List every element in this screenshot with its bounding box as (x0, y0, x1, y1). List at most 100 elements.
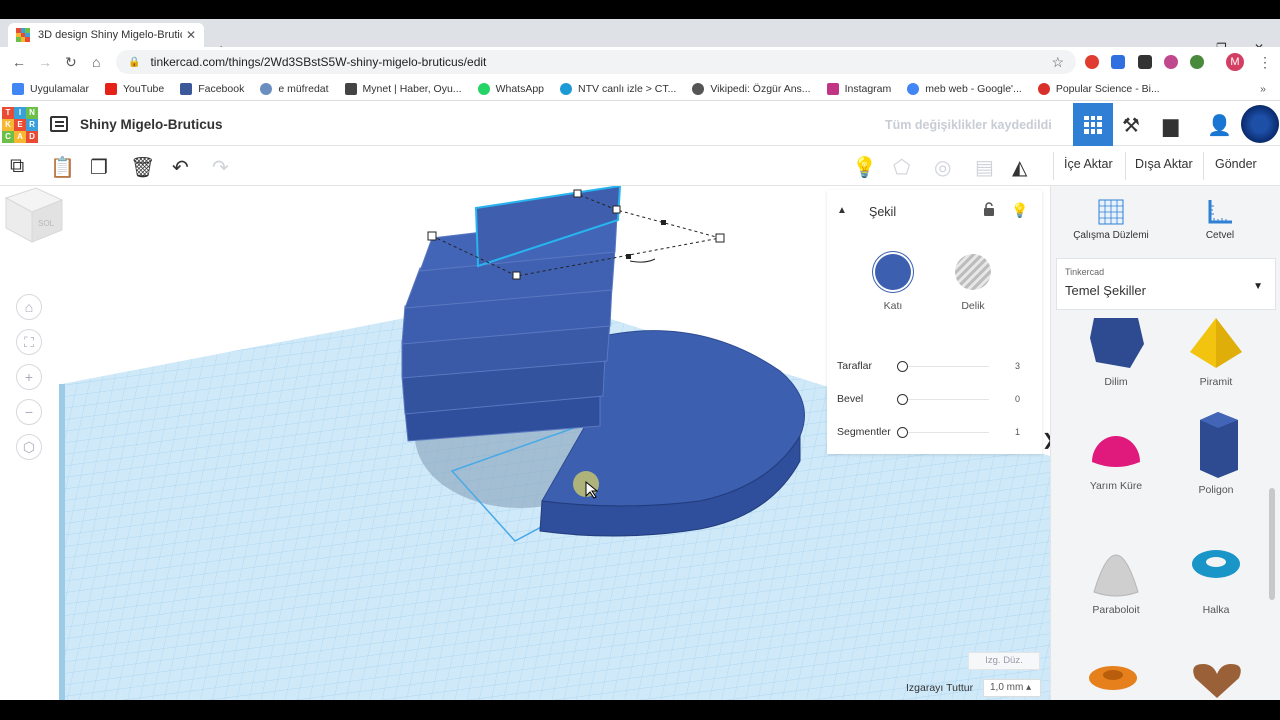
bevel-value[interactable]: 0 (1015, 394, 1020, 404)
sides-slider-knob[interactable] (897, 361, 908, 372)
shape-item-poligon[interactable]: Poligon (1166, 412, 1266, 496)
library-name: Temel Şekiller (1065, 283, 1146, 298)
copy-icon[interactable]: ⧉ (10, 155, 24, 178)
shape-library-panel: Çalışma Düzlemi Cetvel Tinkercad Temel Ş… (1050, 186, 1280, 700)
bookmark-item[interactable]: Vikipedi: Özgür Ans... (692, 82, 811, 95)
add-user-icon[interactable]: 👤 (1207, 113, 1232, 138)
back-icon[interactable]: ← (12, 54, 26, 70)
hole-swatch[interactable] (955, 254, 991, 290)
resize-handle[interactable] (427, 231, 437, 241)
snap-grid-label: Izgarayı Tuttur (906, 682, 974, 694)
bookmark-item[interactable]: e müfredat (260, 82, 329, 95)
tube-icon[interactable] (1083, 660, 1143, 700)
light-bulb-icon[interactable]: 💡 (852, 155, 877, 180)
paste-icon[interactable]: 📋 (50, 155, 75, 180)
snap-grid-select[interactable]: 1,0 mm ▴ (983, 679, 1041, 697)
extension-dark-icon[interactable] (1138, 55, 1152, 69)
shape-item-yarim-kure[interactable]: Yarım Küre (1066, 418, 1166, 492)
resize-handle[interactable] (512, 271, 521, 280)
bricks-icon[interactable]: ▆ (1163, 113, 1178, 138)
group-icon[interactable]: ⬠ (893, 155, 910, 180)
mirror-icon[interactable]: ◭ (1012, 155, 1027, 180)
view-cube[interactable]: SOL (0, 186, 64, 244)
bookmark-item[interactable]: Uygulamalar (12, 82, 89, 95)
project-title[interactable]: Shiny Migelo-Bruticus (80, 117, 223, 132)
segments-slider-track[interactable] (907, 432, 989, 433)
design-list-icon[interactable] (50, 116, 68, 132)
blocks-pickaxe-icon[interactable]: ⚒ (1122, 113, 1140, 138)
bookmark-item[interactable]: Mynet | Haber, Oyu... (344, 82, 462, 95)
resize-handle[interactable] (715, 233, 725, 243)
resize-handle[interactable] (573, 189, 582, 198)
workplane-tool[interactable]: Çalışma Düzlemi (1056, 198, 1166, 241)
delete-icon[interactable]: 🗑 (130, 155, 155, 180)
library-dropdown[interactable]: Tinkercad Temel Şekiller ▼ (1056, 258, 1276, 310)
perspective-icon[interactable]: ⬡ (16, 434, 42, 460)
bookmark-item[interactable]: WhatsApp (477, 82, 544, 95)
align-icon[interactable]: ▤ (975, 155, 994, 180)
polygon-prism-icon (1200, 412, 1238, 478)
light-bulb-icon[interactable]: 💡 (1011, 202, 1028, 219)
zoom-in-icon[interactable]: + (16, 364, 42, 390)
wikipedia-icon (692, 82, 705, 95)
solid-swatch[interactable] (875, 254, 911, 290)
resize-handle[interactable] (661, 220, 666, 225)
bookmarks-overflow-icon[interactable]: » (1260, 83, 1266, 95)
extension-download-icon[interactable] (1164, 55, 1178, 69)
forward-icon[interactable]: → (38, 54, 52, 70)
tinkercad-logo[interactable]: T I N K E R C A D (2, 107, 38, 143)
bookmark-item[interactable]: YouTube (104, 82, 164, 95)
google-icon (907, 82, 920, 95)
whatsapp-icon (477, 82, 490, 95)
shape-item-dilim[interactable]: Dilim (1066, 318, 1166, 388)
bookmark-item[interactable]: Instagram (826, 82, 891, 95)
extension-green-icon[interactable] (1190, 55, 1204, 69)
heart-icon[interactable] (1187, 660, 1247, 700)
import-button[interactable]: İçe Aktar (1064, 157, 1113, 171)
home-view-icon[interactable]: ⌂ (16, 294, 42, 320)
rotate-handle[interactable] (629, 258, 656, 263)
extension-opera-icon[interactable] (1085, 55, 1099, 69)
bookmark-item[interactable]: meb web - Google'... (907, 82, 1022, 95)
sides-value[interactable]: 3 (1015, 361, 1020, 371)
bevel-slider-knob[interactable] (897, 394, 908, 405)
close-tab-icon[interactable]: ✕ (186, 28, 196, 42)
lock-icon[interactable] (983, 202, 995, 216)
shape-item-piramit[interactable]: Piramit (1166, 318, 1266, 388)
ungroup-icon[interactable]: ◎ (934, 155, 951, 180)
shape-item-halka[interactable]: Halka (1166, 542, 1266, 616)
redo-icon[interactable]: ↷ (212, 155, 229, 180)
fit-view-icon[interactable]: ⛶ (16, 329, 42, 355)
duplicate-icon[interactable]: ❐ (90, 155, 108, 180)
browser-menu-icon[interactable]: ⋮ (1258, 54, 1272, 71)
edit-grid-button[interactable]: Izg. Düz. (968, 652, 1040, 670)
user-avatar[interactable] (1241, 105, 1279, 143)
resize-handle[interactable] (612, 205, 621, 214)
home-icon[interactable]: ⌂ (92, 54, 100, 70)
segments-slider-knob[interactable] (897, 427, 908, 438)
bookmark-item[interactable]: NTV canlı izle > CT... (560, 82, 676, 95)
segments-value[interactable]: 1 (1015, 427, 1020, 437)
collapse-icon[interactable]: ▲ (837, 205, 847, 216)
reload-icon[interactable]: ↻ (65, 54, 77, 71)
browser-tab[interactable]: 3D design Shiny Migelo-Bruticus ✕ (8, 23, 204, 47)
library-scrollbar[interactable] (1269, 488, 1275, 600)
zoom-out-icon[interactable]: − (16, 399, 42, 425)
send-button[interactable]: Gönder (1215, 157, 1257, 171)
export-button[interactable]: Dışa Aktar (1135, 157, 1193, 171)
ruler-tool[interactable]: Cetvel (1165, 198, 1275, 241)
resize-handle[interactable] (626, 254, 631, 259)
bevel-slider-track[interactable] (907, 399, 989, 400)
browser-profile-avatar[interactable]: M (1226, 53, 1244, 71)
3d-view-button[interactable] (1073, 103, 1113, 146)
bookmark-item[interactable]: Popular Science - Bi... (1037, 82, 1160, 95)
bookmark-star-icon[interactable]: ☆ (1051, 54, 1064, 71)
shape-item-paraboloit[interactable]: Paraboloit (1066, 538, 1166, 616)
undo-icon[interactable]: ↶ (172, 155, 189, 180)
url-field[interactable]: 🔒 tinkercad.com/things/2Wd3SBstS5W-shiny… (116, 50, 1076, 74)
instagram-icon (826, 82, 839, 95)
screen-bottom-border (0, 700, 1280, 720)
bookmark-item[interactable]: Facebook (180, 82, 244, 95)
extension-blue-icon[interactable] (1111, 55, 1125, 69)
sides-slider-track[interactable] (907, 366, 989, 367)
